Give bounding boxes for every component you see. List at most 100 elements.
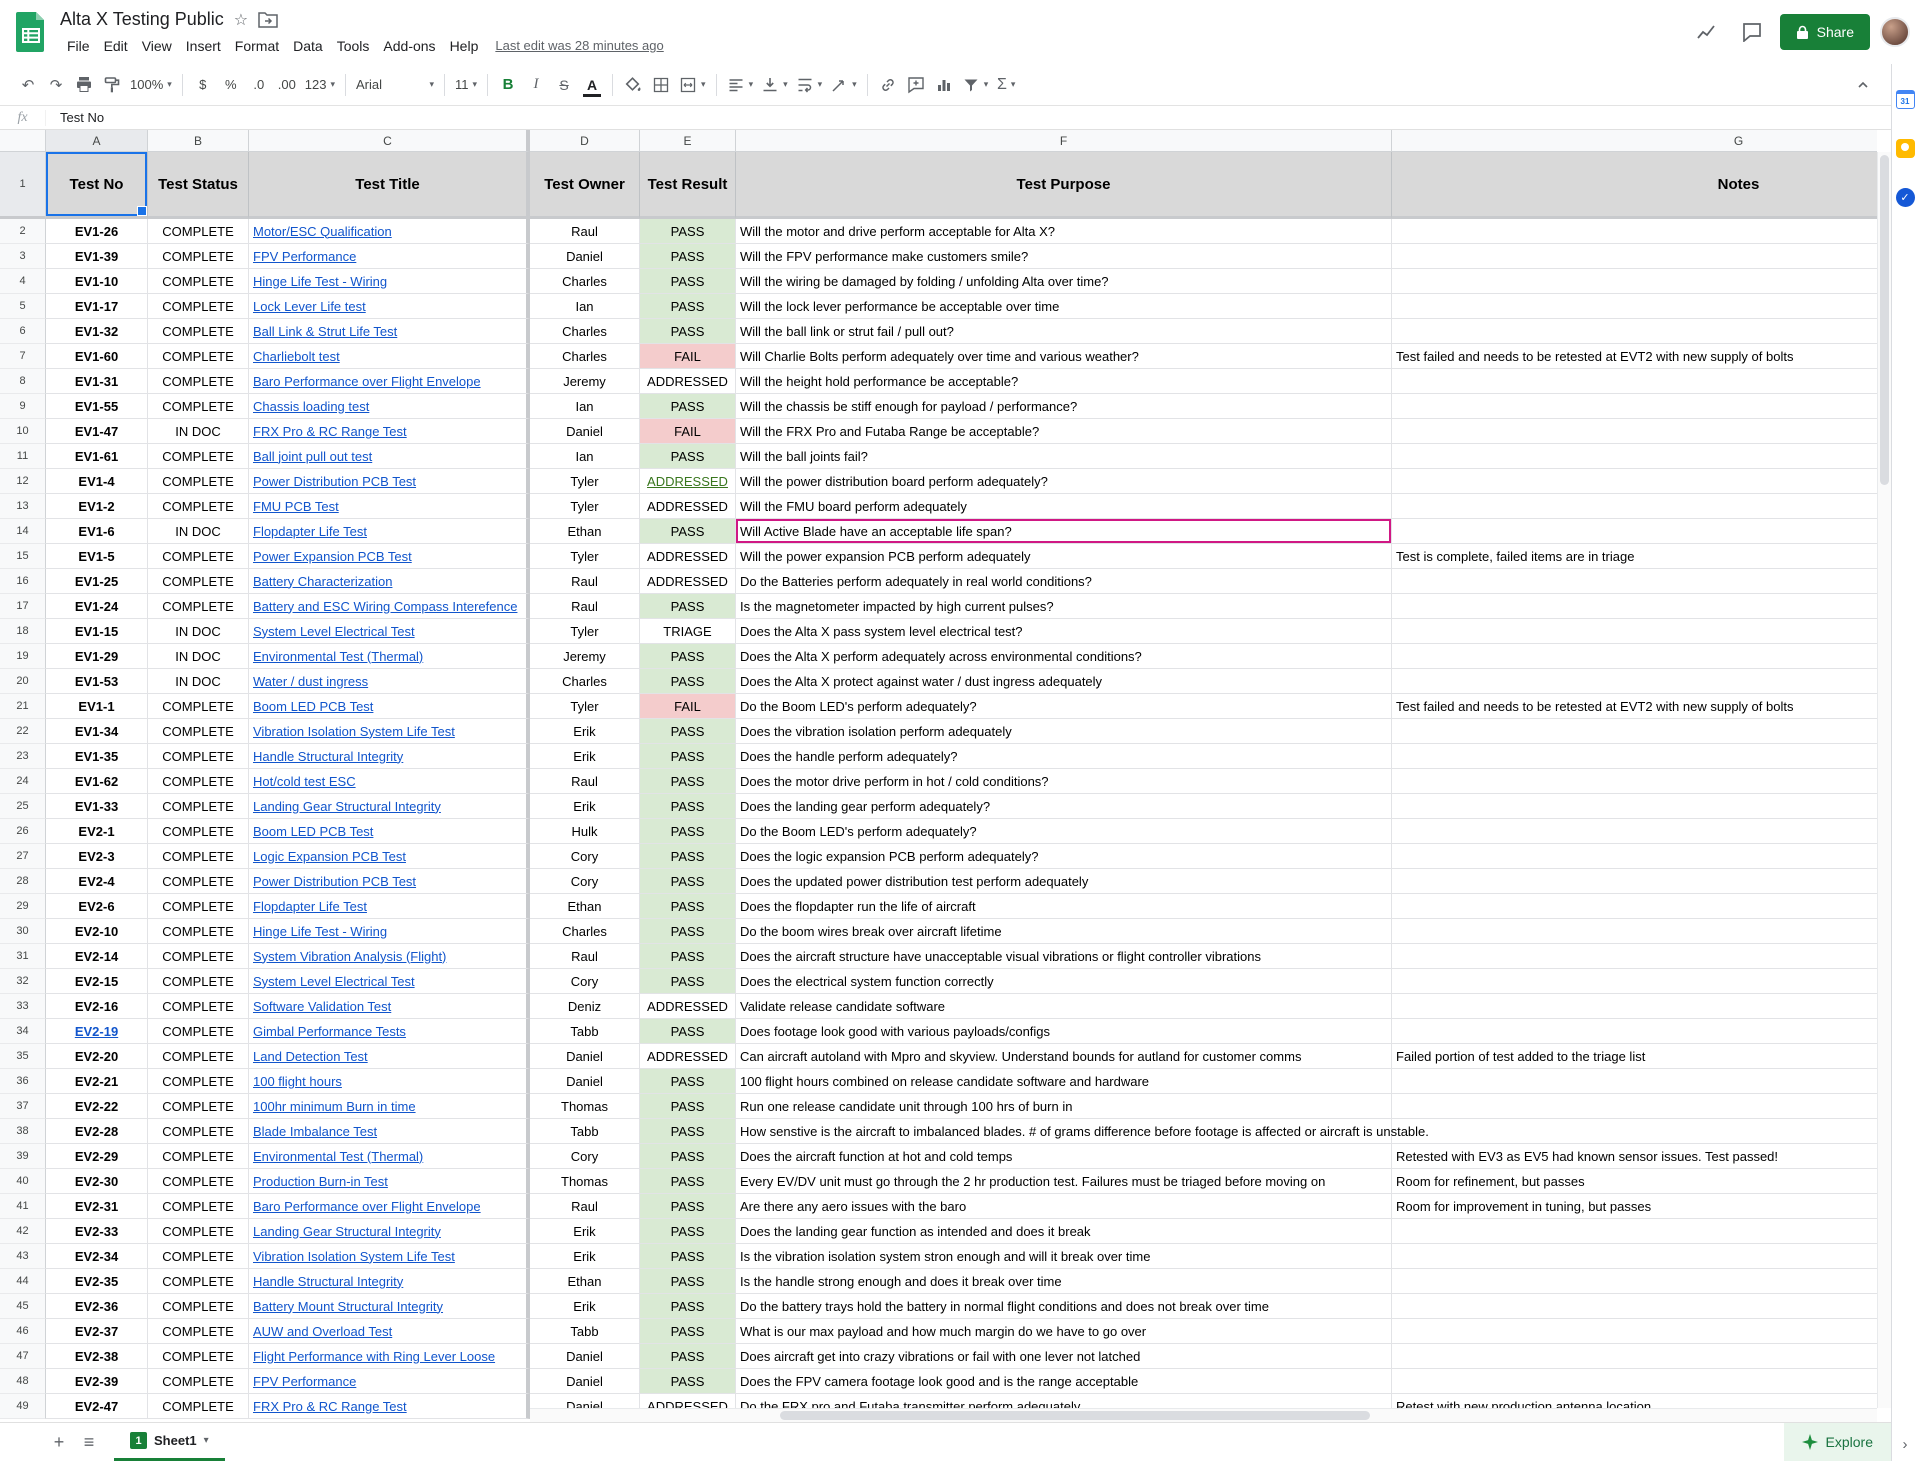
- cell-B9[interactable]: COMPLETE: [148, 394, 249, 419]
- cell-B43[interactable]: COMPLETE: [148, 1244, 249, 1269]
- cell-E21[interactable]: FAIL: [640, 694, 736, 719]
- cell-E11[interactable]: PASS: [640, 444, 736, 469]
- tasks-icon[interactable]: ✓: [1896, 188, 1915, 207]
- cell-C8[interactable]: Baro Performance over Flight Envelope: [249, 369, 530, 394]
- cell-F34[interactable]: Does footage look good with various payl…: [736, 1019, 1392, 1044]
- formula-input[interactable]: Test No: [46, 110, 104, 125]
- cell-B4[interactable]: COMPLETE: [148, 269, 249, 294]
- cell-G17[interactable]: [1392, 594, 1877, 619]
- strikethrough-button[interactable]: S: [550, 70, 578, 100]
- cell-F31[interactable]: Does the aircraft structure have unaccep…: [736, 944, 1392, 969]
- cell-E28[interactable]: PASS: [640, 869, 736, 894]
- cell-F27[interactable]: Does the logic expansion PCB perform ade…: [736, 844, 1392, 869]
- cell-C18[interactable]: System Level Electrical Test: [249, 619, 530, 644]
- cell-D19[interactable]: Jeremy: [530, 644, 640, 669]
- cell-B45[interactable]: COMPLETE: [148, 1294, 249, 1319]
- row-header-40[interactable]: 40: [0, 1169, 46, 1194]
- cell-E4[interactable]: PASS: [640, 269, 736, 294]
- cell-B21[interactable]: COMPLETE: [148, 694, 249, 719]
- horizontal-align-button[interactable]: ▾: [723, 70, 758, 100]
- row-header-6[interactable]: 6: [0, 319, 46, 344]
- cell-D15[interactable]: Tyler: [530, 544, 640, 569]
- cell-C37[interactable]: 100hr minimum Burn in time: [249, 1094, 530, 1119]
- cell-D34[interactable]: Tabb: [530, 1019, 640, 1044]
- cell-F10[interactable]: Will the FRX Pro and Futaba Range be acc…: [736, 419, 1392, 444]
- cell-B35[interactable]: COMPLETE: [148, 1044, 249, 1069]
- row-header-13[interactable]: 13: [0, 494, 46, 519]
- cell-B3[interactable]: COMPLETE: [148, 244, 249, 269]
- cell-F45[interactable]: Do the battery trays hold the battery in…: [736, 1294, 1392, 1319]
- cell-C49[interactable]: FRX Pro & RC Range Test: [249, 1394, 530, 1419]
- cell-G46[interactable]: [1392, 1319, 1877, 1344]
- row-header-25[interactable]: 25: [0, 794, 46, 819]
- cell-G37[interactable]: [1392, 1094, 1877, 1119]
- cell-G34[interactable]: [1392, 1019, 1877, 1044]
- format-percent-button[interactable]: %: [217, 70, 245, 100]
- cell-C47[interactable]: Flight Performance with Ring Lever Loose: [249, 1344, 530, 1369]
- keep-icon[interactable]: [1896, 139, 1915, 158]
- cell-G12[interactable]: [1392, 469, 1877, 494]
- cell-F22[interactable]: Does the vibration isolation perform ade…: [736, 719, 1392, 744]
- row-header-47[interactable]: 47: [0, 1344, 46, 1369]
- cell-B7[interactable]: COMPLETE: [148, 344, 249, 369]
- borders-button[interactable]: [647, 70, 675, 100]
- cell-G10[interactable]: [1392, 419, 1877, 444]
- cell-C14[interactable]: Flopdapter Life Test: [249, 519, 530, 544]
- cell-A49[interactable]: EV2-47: [46, 1394, 148, 1419]
- row-header-28[interactable]: 28: [0, 869, 46, 894]
- row-header-16[interactable]: 16: [0, 569, 46, 594]
- cell-E29[interactable]: PASS: [640, 894, 736, 919]
- row-header-7[interactable]: 7: [0, 344, 46, 369]
- cell-B34[interactable]: COMPLETE: [148, 1019, 249, 1044]
- cell-A20[interactable]: EV1-53: [46, 669, 148, 694]
- cell-G21[interactable]: Test failed and needs to be retested at …: [1392, 694, 1877, 719]
- cell-F13[interactable]: Will the FMU board perform adequately: [736, 494, 1392, 519]
- cell-E25[interactable]: PASS: [640, 794, 736, 819]
- cell-A4[interactable]: EV1-10: [46, 269, 148, 294]
- cell-C21[interactable]: Boom LED PCB Test: [249, 694, 530, 719]
- cell-G15[interactable]: Test is complete, failed items are in tr…: [1392, 544, 1877, 569]
- cell-A3[interactable]: EV1-39: [46, 244, 148, 269]
- cell-F2[interactable]: Will the motor and drive perform accepta…: [736, 219, 1392, 244]
- cell-B19[interactable]: IN DOC: [148, 644, 249, 669]
- cell-G35[interactable]: Failed portion of test added to the tria…: [1392, 1044, 1877, 1069]
- cell-C2[interactable]: Motor/ESC Qualification: [249, 219, 530, 244]
- cell-D26[interactable]: Hulk: [530, 819, 640, 844]
- cell-C45[interactable]: Battery Mount Structural Integrity: [249, 1294, 530, 1319]
- cell-D3[interactable]: Daniel: [530, 244, 640, 269]
- row-header-14[interactable]: 14: [0, 519, 46, 544]
- cell-B27[interactable]: COMPLETE: [148, 844, 249, 869]
- cell-F1[interactable]: Test Purpose: [736, 152, 1392, 219]
- cell-C32[interactable]: System Level Electrical Test: [249, 969, 530, 994]
- cell-E20[interactable]: PASS: [640, 669, 736, 694]
- comment-history-icon[interactable]: [1734, 14, 1770, 50]
- cell-G24[interactable]: [1392, 769, 1877, 794]
- cell-B32[interactable]: COMPLETE: [148, 969, 249, 994]
- row-header-49[interactable]: 49: [0, 1394, 46, 1419]
- cell-F36[interactable]: 100 flight hours combined on release can…: [736, 1069, 1392, 1094]
- cell-A5[interactable]: EV1-17: [46, 294, 148, 319]
- menu-insert[interactable]: Insert: [179, 36, 228, 56]
- row-header-9[interactable]: 9: [0, 394, 46, 419]
- cell-D22[interactable]: Erik: [530, 719, 640, 744]
- menu-view[interactable]: View: [135, 36, 179, 56]
- row-header-10[interactable]: 10: [0, 419, 46, 444]
- cell-D39[interactable]: Cory: [530, 1144, 640, 1169]
- cell-B44[interactable]: COMPLETE: [148, 1269, 249, 1294]
- cell-F35[interactable]: Can aircraft autoland with Mpro and skyv…: [736, 1044, 1392, 1069]
- row-header-32[interactable]: 32: [0, 969, 46, 994]
- row-header-43[interactable]: 43: [0, 1244, 46, 1269]
- cell-F33[interactable]: Validate release candidate software: [736, 994, 1392, 1019]
- cell-B25[interactable]: COMPLETE: [148, 794, 249, 819]
- cell-D45[interactable]: Erik: [530, 1294, 640, 1319]
- cell-A1[interactable]: Test No: [46, 152, 148, 219]
- select-all-corner[interactable]: [0, 130, 46, 152]
- cell-G25[interactable]: [1392, 794, 1877, 819]
- cell-D29[interactable]: Ethan: [530, 894, 640, 919]
- cell-C48[interactable]: FPV Performance: [249, 1369, 530, 1394]
- cell-F20[interactable]: Does the Alta X protect against water / …: [736, 669, 1392, 694]
- hide-side-panel-icon[interactable]: ›: [1903, 1436, 1908, 1453]
- cell-F9[interactable]: Will the chassis be stiff enough for pay…: [736, 394, 1392, 419]
- row-header-22[interactable]: 22: [0, 719, 46, 744]
- cell-E35[interactable]: ADDRESSED: [640, 1044, 736, 1069]
